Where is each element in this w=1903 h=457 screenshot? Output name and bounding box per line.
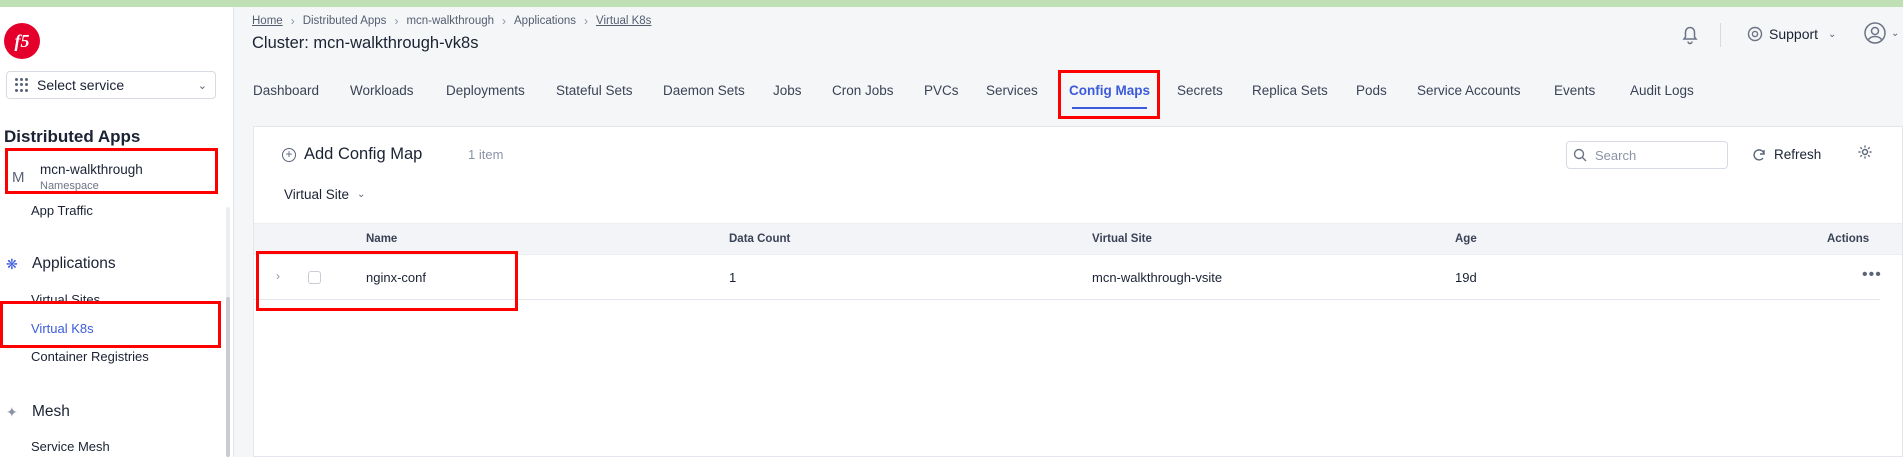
- plus-circle-icon: +: [282, 147, 296, 162]
- user-icon: [1864, 22, 1886, 44]
- chevron-right-icon: ›: [394, 14, 399, 28]
- user-menu[interactable]: ⌄: [1863, 21, 1899, 45]
- column-header-age[interactable]: Age: [1455, 233, 1477, 245]
- highlight-virtual-k8s: [0, 301, 221, 348]
- sidebar-scrollbar[interactable]: [226, 297, 230, 457]
- breadcrumb-home[interactable]: Home: [252, 15, 283, 27]
- chevron-right-icon: ›: [502, 14, 507, 28]
- add-config-map-button[interactable]: + Add Config Map: [282, 145, 422, 164]
- tab-dashboard[interactable]: Dashboard: [253, 83, 319, 98]
- virtual-site-filter-label: Virtual Site: [284, 187, 350, 202]
- tab-secrets[interactable]: Secrets: [1177, 83, 1223, 98]
- sidebar-group-mesh-label: Mesh: [32, 403, 70, 420]
- tab-replica-sets[interactable]: Replica Sets: [1252, 83, 1328, 98]
- sidebar-item-app-traffic[interactable]: App Traffic: [31, 203, 93, 218]
- tab-deployments[interactable]: Deployments: [446, 83, 525, 98]
- page-header: Home › Distributed Apps › mcn-walkthroug…: [235, 7, 1903, 59]
- service-selector-label: Select service: [37, 77, 125, 93]
- refresh-button[interactable]: Refresh: [1752, 147, 1821, 162]
- virtual-site-filter[interactable]: Virtual Site ⌄: [284, 187, 365, 202]
- tab-daemon-sets[interactable]: Daemon Sets: [663, 83, 745, 98]
- support-label: Support: [1769, 26, 1819, 42]
- breadcrumb: Home › Distributed Apps › mcn-walkthroug…: [252, 14, 651, 28]
- breadcrumb-virtual-k8s[interactable]: Virtual K8s: [596, 15, 651, 27]
- bell-icon[interactable]: [1677, 21, 1703, 47]
- chevron-right-icon: ›: [584, 14, 589, 28]
- refresh-label: Refresh: [1774, 147, 1822, 162]
- support-icon: [1747, 26, 1763, 42]
- sidebar-group-applications-label: Applications: [32, 255, 116, 272]
- cell-virtual-site: mcn-walkthrough-vsite: [1092, 270, 1223, 285]
- sidebar-item-container-registries[interactable]: Container Registries: [31, 349, 149, 364]
- tab-services[interactable]: Services: [986, 83, 1038, 98]
- chevron-down-icon: ⌄: [197, 79, 207, 92]
- tab-stateful-sets[interactable]: Stateful Sets: [556, 83, 633, 98]
- tab-pvcs[interactable]: PVCs: [924, 83, 959, 98]
- tab-cron-jobs[interactable]: Cron Jobs: [832, 83, 894, 98]
- tab-events[interactable]: Events: [1554, 83, 1595, 98]
- tab-jobs[interactable]: Jobs: [773, 83, 802, 98]
- sidebar-group-mesh[interactable]: ✦ Mesh: [6, 403, 70, 421]
- service-selector[interactable]: Select service ⌄: [6, 71, 216, 99]
- sidebar-section-title: Distributed Apps: [4, 127, 141, 146]
- highlight-config-maps-tab: [1058, 70, 1160, 119]
- support-menu[interactable]: Support ⌄: [1747, 26, 1836, 42]
- item-count: 1 item: [468, 147, 504, 162]
- cell-data-count: 1: [729, 270, 737, 285]
- tab-workloads[interactable]: Workloads: [350, 83, 414, 98]
- chevron-down-icon: ⌄: [1828, 28, 1837, 40]
- f5-logo[interactable]: f5: [4, 23, 40, 59]
- gear-icon[interactable]: [1857, 144, 1873, 165]
- sidebar-group-applications[interactable]: ❋ Applications: [6, 255, 116, 273]
- cell-age: 19d: [1455, 270, 1477, 285]
- tab-audit-logs[interactable]: Audit Logs: [1630, 83, 1694, 98]
- add-config-map-label: Add Config Map: [304, 145, 423, 163]
- breadcrumb-namespace[interactable]: mcn-walkthrough: [406, 15, 494, 27]
- sidebar-item-service-mesh[interactable]: Service Mesh: [31, 439, 110, 454]
- chevron-down-icon: ⌄: [1891, 27, 1900, 39]
- column-header-name[interactable]: Name: [366, 233, 397, 245]
- breadcrumb-applications[interactable]: Applications: [514, 15, 576, 27]
- column-header-actions: Actions: [1827, 233, 1870, 245]
- search-input[interactable]: [1595, 147, 1715, 163]
- column-header-data-count[interactable]: Data Count: [729, 233, 790, 245]
- breadcrumb-distributed-apps[interactable]: Distributed Apps: [303, 15, 387, 27]
- chevron-right-icon: ›: [290, 14, 295, 28]
- sidebar: f5 Select service ⌄ Distributed Apps M m…: [0, 7, 234, 457]
- page-title: Cluster: mcn-walkthrough-vk8s: [252, 34, 479, 52]
- highlight-config-map-row: [256, 251, 518, 311]
- column-header-virtual-site[interactable]: Virtual Site: [1092, 233, 1152, 245]
- more-horizontal-icon[interactable]: •••: [1862, 266, 1882, 284]
- mesh-icon: ✦: [6, 404, 18, 420]
- search-icon: [1573, 148, 1587, 162]
- tab-service-accounts[interactable]: Service Accounts: [1417, 83, 1521, 98]
- highlight-namespace: [5, 148, 218, 194]
- header-divider: [1720, 23, 1721, 47]
- kubernetes-icon: ❋: [6, 256, 18, 272]
- chevron-down-icon: ⌄: [357, 189, 366, 200]
- grid-icon: [15, 78, 29, 92]
- tab-pods[interactable]: Pods: [1356, 83, 1387, 98]
- top-stripe: [0, 0, 1903, 7]
- refresh-icon: [1753, 148, 1765, 161]
- search-box[interactable]: [1566, 141, 1728, 169]
